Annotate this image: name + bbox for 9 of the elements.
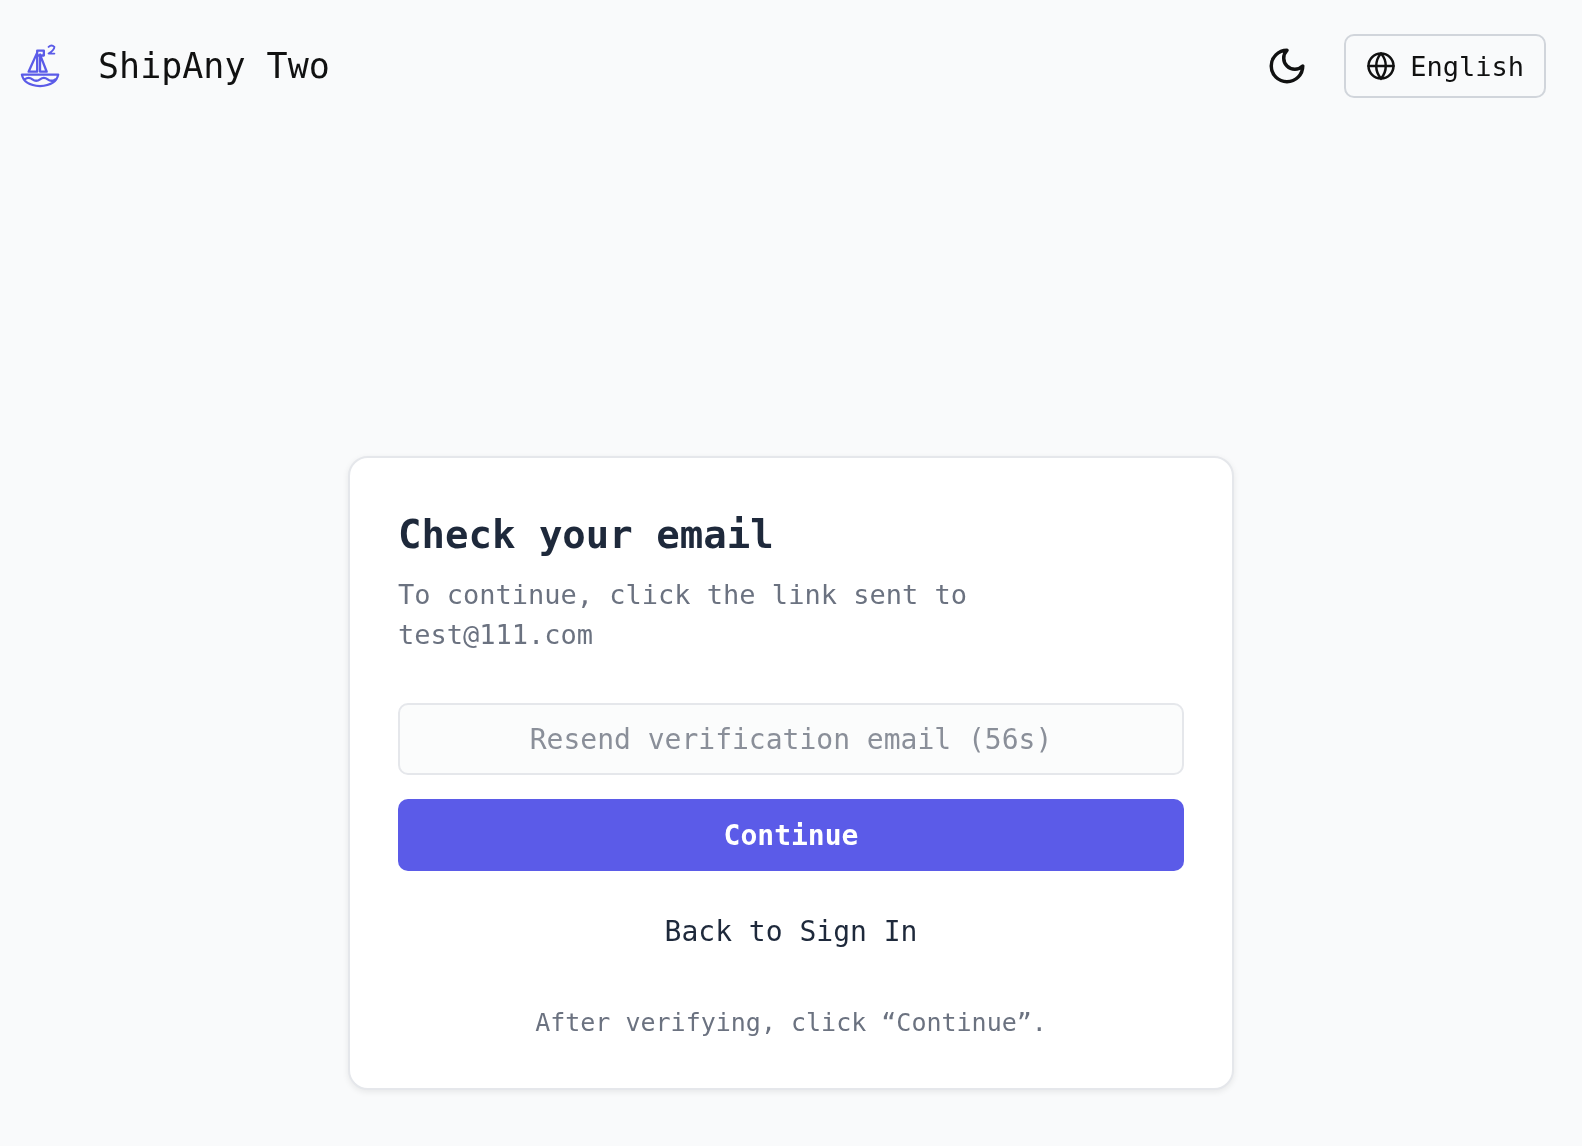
card-title: Check your email <box>398 512 775 557</box>
back-link[interactable]: Back to Sign In <box>664 915 918 948</box>
sailboat-logo-icon <box>20 43 62 89</box>
instruction-text: To continue, click the link sent to test@111.com <box>398 578 968 652</box>
brand-name[interactable]: ShipAny Two <box>98 46 330 86</box>
language-button[interactable]: English <box>1344 34 1546 98</box>
globe-icon <box>1366 51 1397 81</box>
note-text: After verifying, click “Continue”. <box>534 1008 1048 1037</box>
continue-button[interactable]: Continue <box>398 799 1184 871</box>
